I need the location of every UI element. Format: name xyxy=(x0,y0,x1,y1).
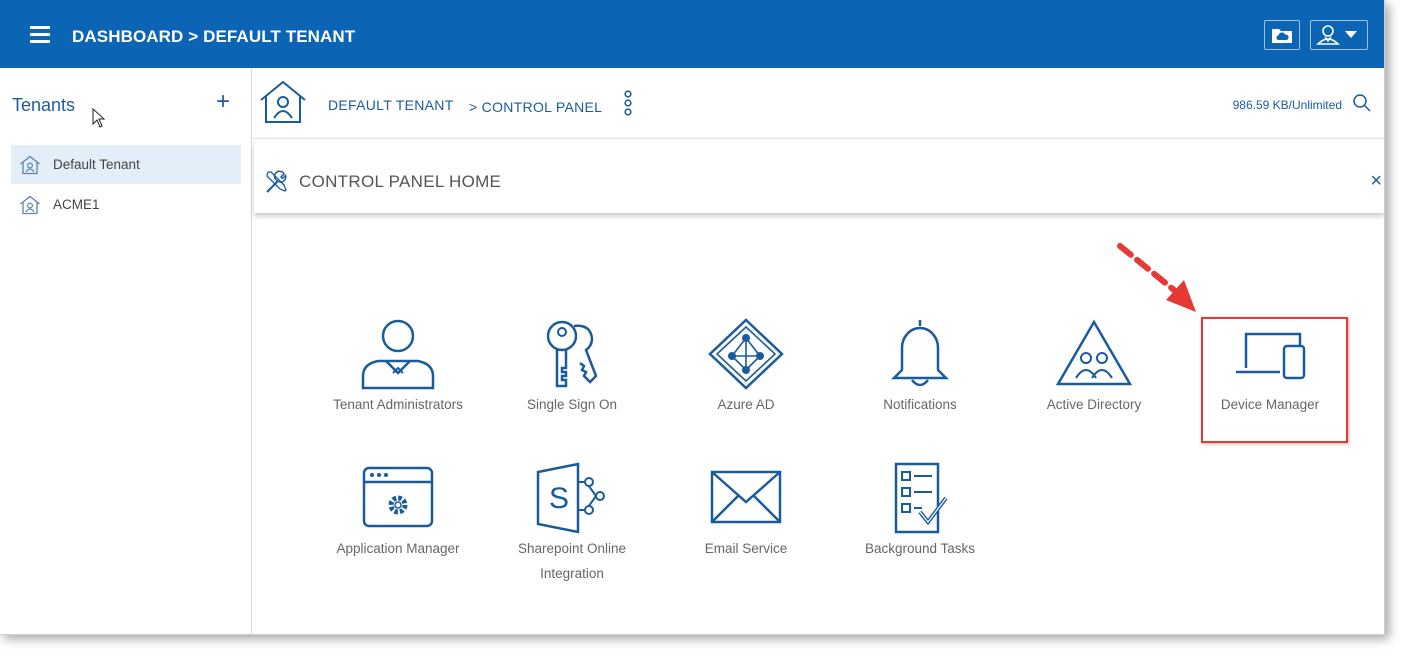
tile-single-sign-on[interactable]: Single Sign On xyxy=(492,318,652,417)
admin-user-icon xyxy=(361,319,435,390)
breadcrumb-control-panel[interactable]: > CONTROL PANEL xyxy=(469,99,602,115)
mouse-cursor-icon xyxy=(92,108,106,128)
svg-text:S: S xyxy=(549,482,569,515)
sidebar-item-default-tenant[interactable]: Default Tenant xyxy=(11,145,241,184)
tile-sharepoint-online-integration[interactable]: S Sharepoint Online Integration xyxy=(492,462,652,586)
tile-label: Background Tasks xyxy=(864,541,976,556)
cloud-folder-icon xyxy=(1272,29,1292,43)
sidebar-item-label: Default Tenant xyxy=(53,157,140,172)
sharepoint-icon: S xyxy=(536,462,605,534)
close-icon[interactable]: × xyxy=(1370,170,1382,193)
tools-icon xyxy=(266,170,287,193)
tile-tenant-administrators[interactable]: Tenant Administrators xyxy=(318,318,478,417)
tile-background-tasks[interactable]: Background Tasks xyxy=(840,462,1000,561)
sidebar-item-label: ACME1 xyxy=(53,197,100,212)
tile-label: Active Directory xyxy=(1046,397,1142,412)
tile-label: Notifications xyxy=(883,397,957,412)
more-options-icon xyxy=(624,90,632,116)
breadcrumb: DEFAULT TENANT > CONTROL PANEL 986.59 KB… xyxy=(251,68,1384,139)
app-window: DASHBOARD > DEFAULT TENANT Tenants + Def… xyxy=(0,0,1385,635)
top-bar: DASHBOARD > DEFAULT TENANT xyxy=(0,0,1384,68)
control-panel-header: CONTROL PANEL HOME × xyxy=(254,143,1384,213)
tile-notifications[interactable]: Notifications xyxy=(840,318,1000,417)
tile-azure-ad[interactable]: Azure AD xyxy=(666,318,826,417)
cloud-folder-button[interactable] xyxy=(1264,20,1300,50)
bell-icon xyxy=(890,320,950,387)
tile-label: Azure AD xyxy=(717,397,775,412)
tile-label: Email Service xyxy=(704,541,788,556)
menu-icon[interactable] xyxy=(30,26,52,44)
checklist-icon xyxy=(894,462,948,534)
tile-label: Application Manager xyxy=(336,541,460,556)
breadcrumb-default-tenant[interactable]: DEFAULT TENANT xyxy=(328,97,454,113)
app-window-gear-icon xyxy=(362,466,434,528)
home-icon xyxy=(17,195,43,215)
tile-email-service[interactable]: Email Service xyxy=(666,462,826,561)
search-icon[interactable] xyxy=(1352,93,1372,113)
azure-ad-icon xyxy=(708,318,784,390)
active-directory-icon xyxy=(1056,319,1132,386)
tenants-sidebar: Tenants + Default Tenant ACME1 xyxy=(0,68,252,634)
storage-usage: 986.59 KB/Unlimited xyxy=(1232,98,1342,112)
tile-label: Single Sign On xyxy=(526,397,618,412)
envelope-icon xyxy=(710,470,782,524)
home-icon xyxy=(17,155,43,175)
annotation-arrow xyxy=(1117,243,1196,312)
add-tenant-button[interactable]: + xyxy=(216,88,230,116)
sidebar-title: Tenants xyxy=(12,95,76,115)
page-title: DASHBOARD > DEFAULT TENANT xyxy=(72,27,356,46)
tile-application-manager[interactable]: Application Manager xyxy=(318,462,478,561)
keys-icon xyxy=(546,320,598,388)
user-menu-icon xyxy=(1316,25,1357,45)
home-icon[interactable] xyxy=(259,80,307,124)
highlight-box xyxy=(1201,317,1348,443)
tile-active-directory[interactable]: Active Directory xyxy=(1014,318,1174,417)
tile-label: Sharepoint Online Integration xyxy=(517,541,627,581)
tile-label: Tenant Administrators xyxy=(333,397,463,412)
panel-title: CONTROL PANEL HOME xyxy=(299,172,502,191)
sidebar-item-acme1[interactable]: ACME1 xyxy=(11,185,241,224)
user-menu-button[interactable] xyxy=(1310,20,1368,50)
